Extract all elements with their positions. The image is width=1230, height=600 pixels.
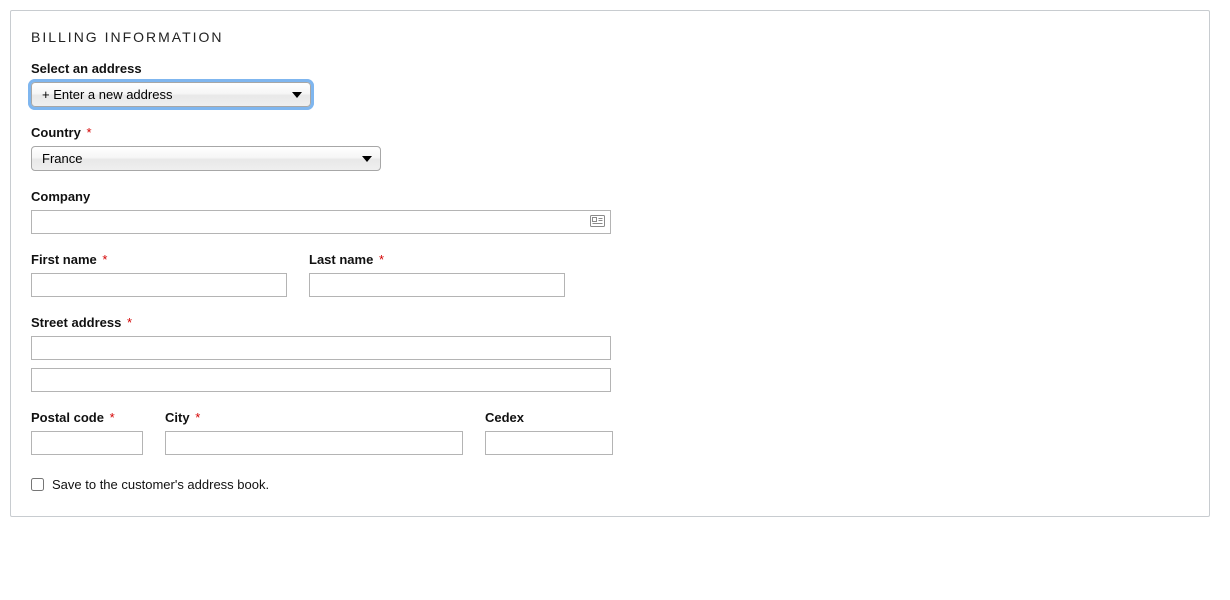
required-mark: * [86, 125, 91, 140]
postal-field: Postal code * [31, 410, 143, 455]
street-line1-input[interactable] [31, 336, 611, 360]
cedex-input[interactable] [485, 431, 613, 455]
country-value: France [42, 151, 82, 166]
select-address-field: Select an address + Enter a new address [31, 61, 1189, 107]
required-mark: * [127, 315, 132, 330]
last-name-label: Last name * [309, 252, 565, 267]
country-dropdown[interactable]: France [31, 146, 381, 171]
company-field: Company [31, 189, 1189, 234]
company-input[interactable] [31, 210, 611, 234]
save-address-checkbox[interactable] [31, 478, 44, 491]
postal-label: Postal code * [31, 410, 143, 425]
panel-title: BILLING INFORMATION [31, 29, 1189, 45]
required-mark: * [379, 252, 384, 267]
city-input[interactable] [165, 431, 463, 455]
last-name-label-text: Last name [309, 252, 373, 267]
country-label: Country * [31, 125, 1189, 140]
required-mark: * [195, 410, 200, 425]
street-line2-input[interactable] [31, 368, 611, 392]
street-field: Street address * [31, 315, 1189, 392]
cedex-label: Cedex [485, 410, 613, 425]
required-mark: * [102, 252, 107, 267]
select-address-value: + Enter a new address [42, 87, 172, 102]
postal-city-row: Postal code * City * Cedex [31, 410, 1189, 455]
save-address-row: Save to the customer's address book. [31, 477, 1189, 492]
chevron-down-icon [292, 92, 302, 98]
country-field: Country * France [31, 125, 1189, 171]
postal-input[interactable] [31, 431, 143, 455]
first-name-input[interactable] [31, 273, 287, 297]
city-field: City * [165, 410, 463, 455]
billing-panel: BILLING INFORMATION Select an address + … [10, 10, 1210, 517]
chevron-down-icon [362, 156, 372, 162]
name-row: First name * Last name * [31, 252, 1189, 297]
street-label-text: Street address [31, 315, 121, 330]
street-label: Street address * [31, 315, 1189, 330]
first-name-field: First name * [31, 252, 287, 297]
country-label-text: Country [31, 125, 81, 140]
required-mark: * [110, 410, 115, 425]
postal-label-text: Postal code [31, 410, 104, 425]
last-name-field: Last name * [309, 252, 565, 297]
select-address-dropdown[interactable]: + Enter a new address [31, 82, 311, 107]
save-address-label: Save to the customer's address book. [52, 477, 269, 492]
first-name-label: First name * [31, 252, 287, 267]
last-name-input[interactable] [309, 273, 565, 297]
select-address-label: Select an address [31, 61, 1189, 76]
city-label: City * [165, 410, 463, 425]
first-name-label-text: First name [31, 252, 97, 267]
cedex-field: Cedex [485, 410, 613, 455]
company-label: Company [31, 189, 1189, 204]
city-label-text: City [165, 410, 190, 425]
